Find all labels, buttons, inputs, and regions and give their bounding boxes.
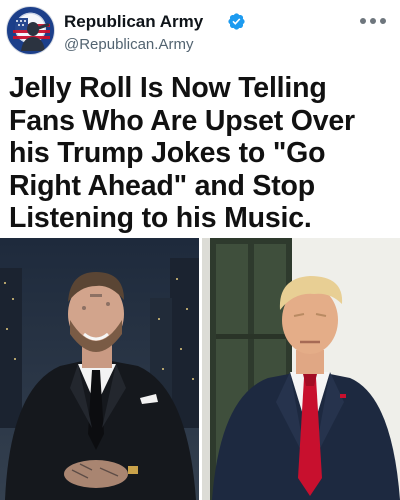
headline-line: Right Ahead" and Stop	[9, 169, 315, 202]
right-photo[interactable]	[202, 238, 400, 500]
media-grid	[0, 238, 400, 500]
display-name[interactable]: Republican Army	[64, 12, 203, 32]
verified-badge-icon	[228, 13, 245, 30]
headline-line: Jelly Roll Is Now Telling	[9, 72, 327, 104]
patriot-flag-avatar-icon	[13, 18, 50, 51]
headline-line: Fans Who Are Upset Over	[9, 104, 355, 137]
post-header: Republican Army @Republican.Army	[0, 0, 400, 66]
left-photo[interactable]	[0, 238, 199, 500]
talk-show-guest-image	[0, 238, 199, 500]
user-handle[interactable]: @Republican.Army	[64, 36, 193, 53]
post-headline: Jelly Roll Is Now Telling Fans Who Are U…	[9, 72, 395, 235]
standing-man-image	[202, 238, 400, 500]
profile-avatar[interactable]	[6, 6, 55, 55]
headline-line: Listening to his Music.	[9, 202, 312, 234]
more-options-icon	[360, 18, 366, 24]
more-options-button[interactable]	[360, 14, 386, 28]
headline-line: his Trump Jokes to "Go	[9, 137, 326, 169]
